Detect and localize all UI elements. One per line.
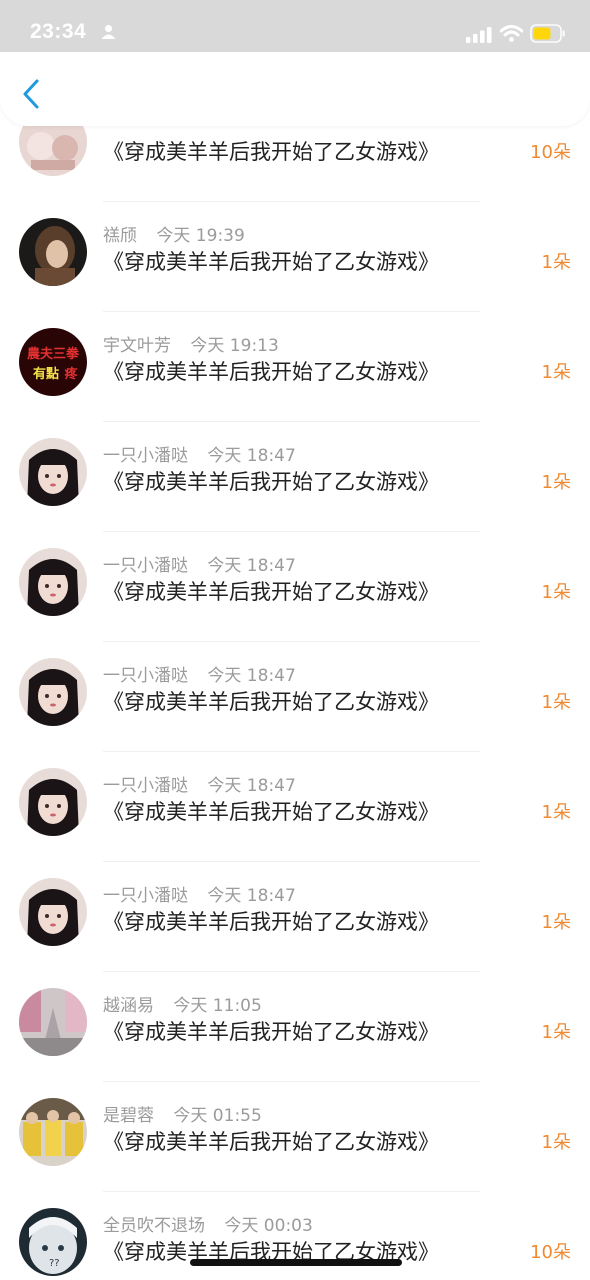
avatar[interactable] [19,548,87,616]
nav-bar [0,52,590,126]
gift-title: 《穿成美羊羊后我开始了乙女游戏》 [103,690,439,714]
list-item[interactable]: 越涵易 今天 11:05 《穿成美羊羊后我开始了乙女游戏》 1朵 [0,972,590,1082]
svg-text:??: ?? [49,1258,60,1269]
list-item[interactable]: 一只小潘哒 今天 18:47 《穿成美羊羊后我开始了乙女游戏》 1朵 [0,642,590,752]
user-name[interactable]: 越涵易 [103,996,154,1016]
avatar-text: 有點 [33,366,59,382]
gift-title: 《穿成美羊羊后我开始了乙女游戏》 [103,1130,439,1154]
flower-count: 1朵 [541,1022,571,1043]
avatar[interactable] [19,218,87,286]
gift-time: 今天 18:47 [207,776,296,796]
list-item[interactable]: 一只小潘哒 今天 18:47 《穿成美羊羊后我开始了乙女游戏》 1朵 [0,532,590,642]
gift-title: 《穿成美羊羊后我开始了乙女游戏》 [103,140,439,164]
user-name[interactable]: 一只小潘哒 [103,446,188,466]
list-item[interactable]: 一只小潘哒 今天 18:47 《穿成美羊羊后我开始了乙女游戏》 1朵 [0,422,590,532]
gift-title: 《穿成美羊羊后我开始了乙女游戏》 [103,910,439,934]
gift-time: 今天 18:47 [207,446,296,466]
user-name[interactable]: 禚颀 [103,226,137,246]
gift-time: 今天 18:47 [207,886,296,906]
status-time: 23:34 [30,20,87,43]
wifi-icon [499,25,524,46]
flower-count: 1朵 [541,802,571,823]
list-item[interactable]: ?? 全员吹不退场 今天 00:03 《穿成美羊羊后我开始了乙女游戏》 10朵 [0,1192,590,1280]
avatar-text: 農夫三拳 [27,346,80,362]
user-name[interactable]: 一只小潘哒 [103,776,188,796]
status-bar: 23:34 [0,0,590,52]
avatar-text: 疼 [64,366,78,382]
flower-count: 1朵 [541,582,571,603]
flower-count: 10朵 [530,1242,571,1263]
gift-title: 《穿成美羊羊后我开始了乙女游戏》 [103,250,439,274]
gift-title: 《穿成美羊羊后我开始了乙女游戏》 [103,360,439,384]
user-name[interactable]: 一只小潘哒 [103,556,188,576]
gift-time: 今天 19:13 [190,336,279,356]
gift-time: 今天 00:03 [224,1216,313,1236]
user-name[interactable]: 全员吹不退场 [103,1216,205,1236]
list-item[interactable]: 一只小潘哒 今天 18:47 《穿成美羊羊后我开始了乙女游戏》 1朵 [0,862,590,972]
cellular-signal-icon [466,27,492,47]
gift-title: 《穿成美羊羊后我开始了乙女游戏》 [103,580,439,604]
avatar[interactable] [19,768,87,836]
list-item[interactable]: 農夫三拳 有點 疼 宇文叶芳 今天 19:13 《穿成美羊羊后我开始了乙女游戏》… [0,312,590,422]
flower-count: 10朵 [530,142,571,163]
gift-time: 今天 18:47 [207,666,296,686]
battery-icon [530,24,566,47]
flower-count: 1朵 [541,472,571,493]
flower-count: 1朵 [541,1132,571,1153]
person-icon [101,24,116,43]
avatar[interactable] [19,658,87,726]
avatar[interactable]: 農夫三拳 有點 疼 [19,328,87,396]
list-item[interactable]: 是碧蓉 今天 01:55 《穿成美羊羊后我开始了乙女游戏》 1朵 [0,1082,590,1192]
gift-title: 《穿成美羊羊后我开始了乙女游戏》 [103,800,439,824]
gift-time: 今天 01:55 [173,1106,262,1126]
avatar[interactable] [19,438,87,506]
user-name[interactable]: 一只小潘哒 [103,886,188,906]
avatar[interactable] [19,878,87,946]
gift-title: 《穿成美羊羊后我开始了乙女游戏》 [103,1020,439,1044]
list-item[interactable]: 一只小潘哒 今天 18:47 《穿成美羊羊后我开始了乙女游戏》 1朵 [0,752,590,862]
list-item[interactable]: 禚颀 今天 19:39 《穿成美羊羊后我开始了乙女游戏》 1朵 [0,202,590,312]
flower-count: 1朵 [541,252,571,273]
flower-count: 1朵 [541,362,571,383]
home-indicator[interactable] [190,1259,402,1266]
user-name[interactable]: 一只小潘哒 [103,666,188,686]
user-name[interactable]: 宇文叶芳 [103,336,171,356]
user-name[interactable]: 是碧蓉 [103,1106,154,1126]
gift-title: 《穿成美羊羊后我开始了乙女游戏》 [103,470,439,494]
avatar[interactable]: ?? [19,1208,87,1276]
avatar[interactable] [19,1098,87,1166]
gift-time: 今天 11:05 [173,996,262,1016]
gift-time: 今天 18:47 [207,556,296,576]
flower-count: 1朵 [541,912,571,933]
chevron-left-icon[interactable] [22,79,40,113]
gift-list[interactable]: 《穿成美羊羊后我开始了乙女游戏》 10朵 禚颀 今天 19:39 《穿成美羊羊后… [0,0,590,1280]
gift-time: 今天 19:39 [156,226,245,246]
flower-count: 1朵 [541,692,571,713]
avatar[interactable] [19,988,87,1056]
